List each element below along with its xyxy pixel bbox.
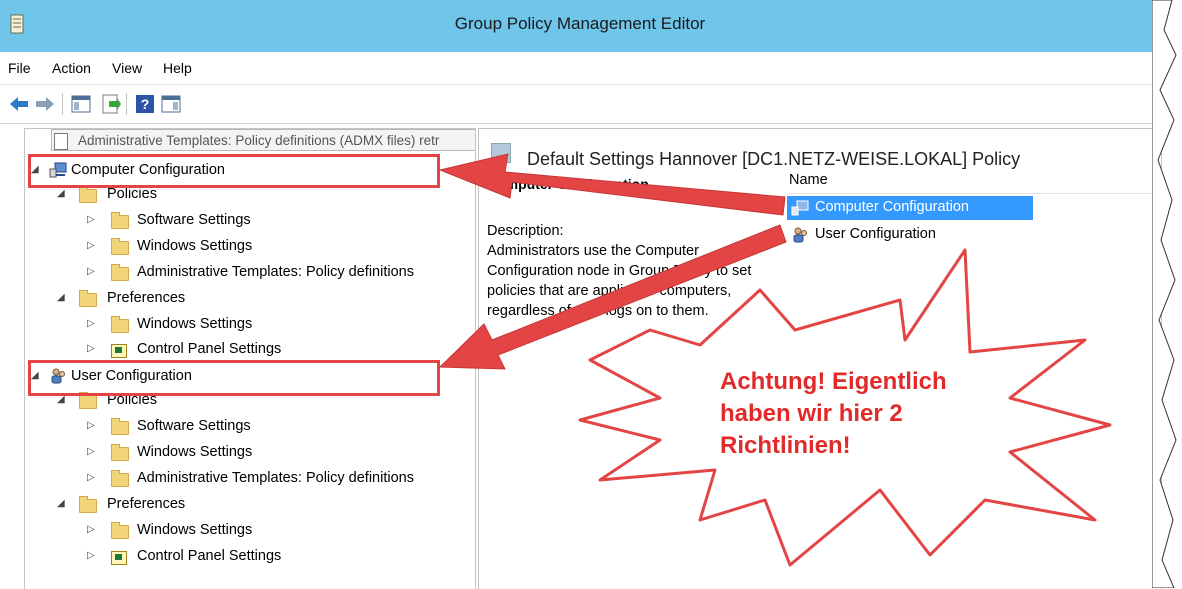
torn-edge bbox=[1152, 0, 1177, 588]
annotation-overlay bbox=[438, 153, 1112, 567]
gpme-window: Group Policy Management Editor File Acti… bbox=[0, 0, 1162, 589]
callout-text: Achtung! Eigentlich haben wir hier 2 Ric… bbox=[720, 368, 947, 459]
arrow-to-computer-configuration bbox=[438, 153, 786, 216]
